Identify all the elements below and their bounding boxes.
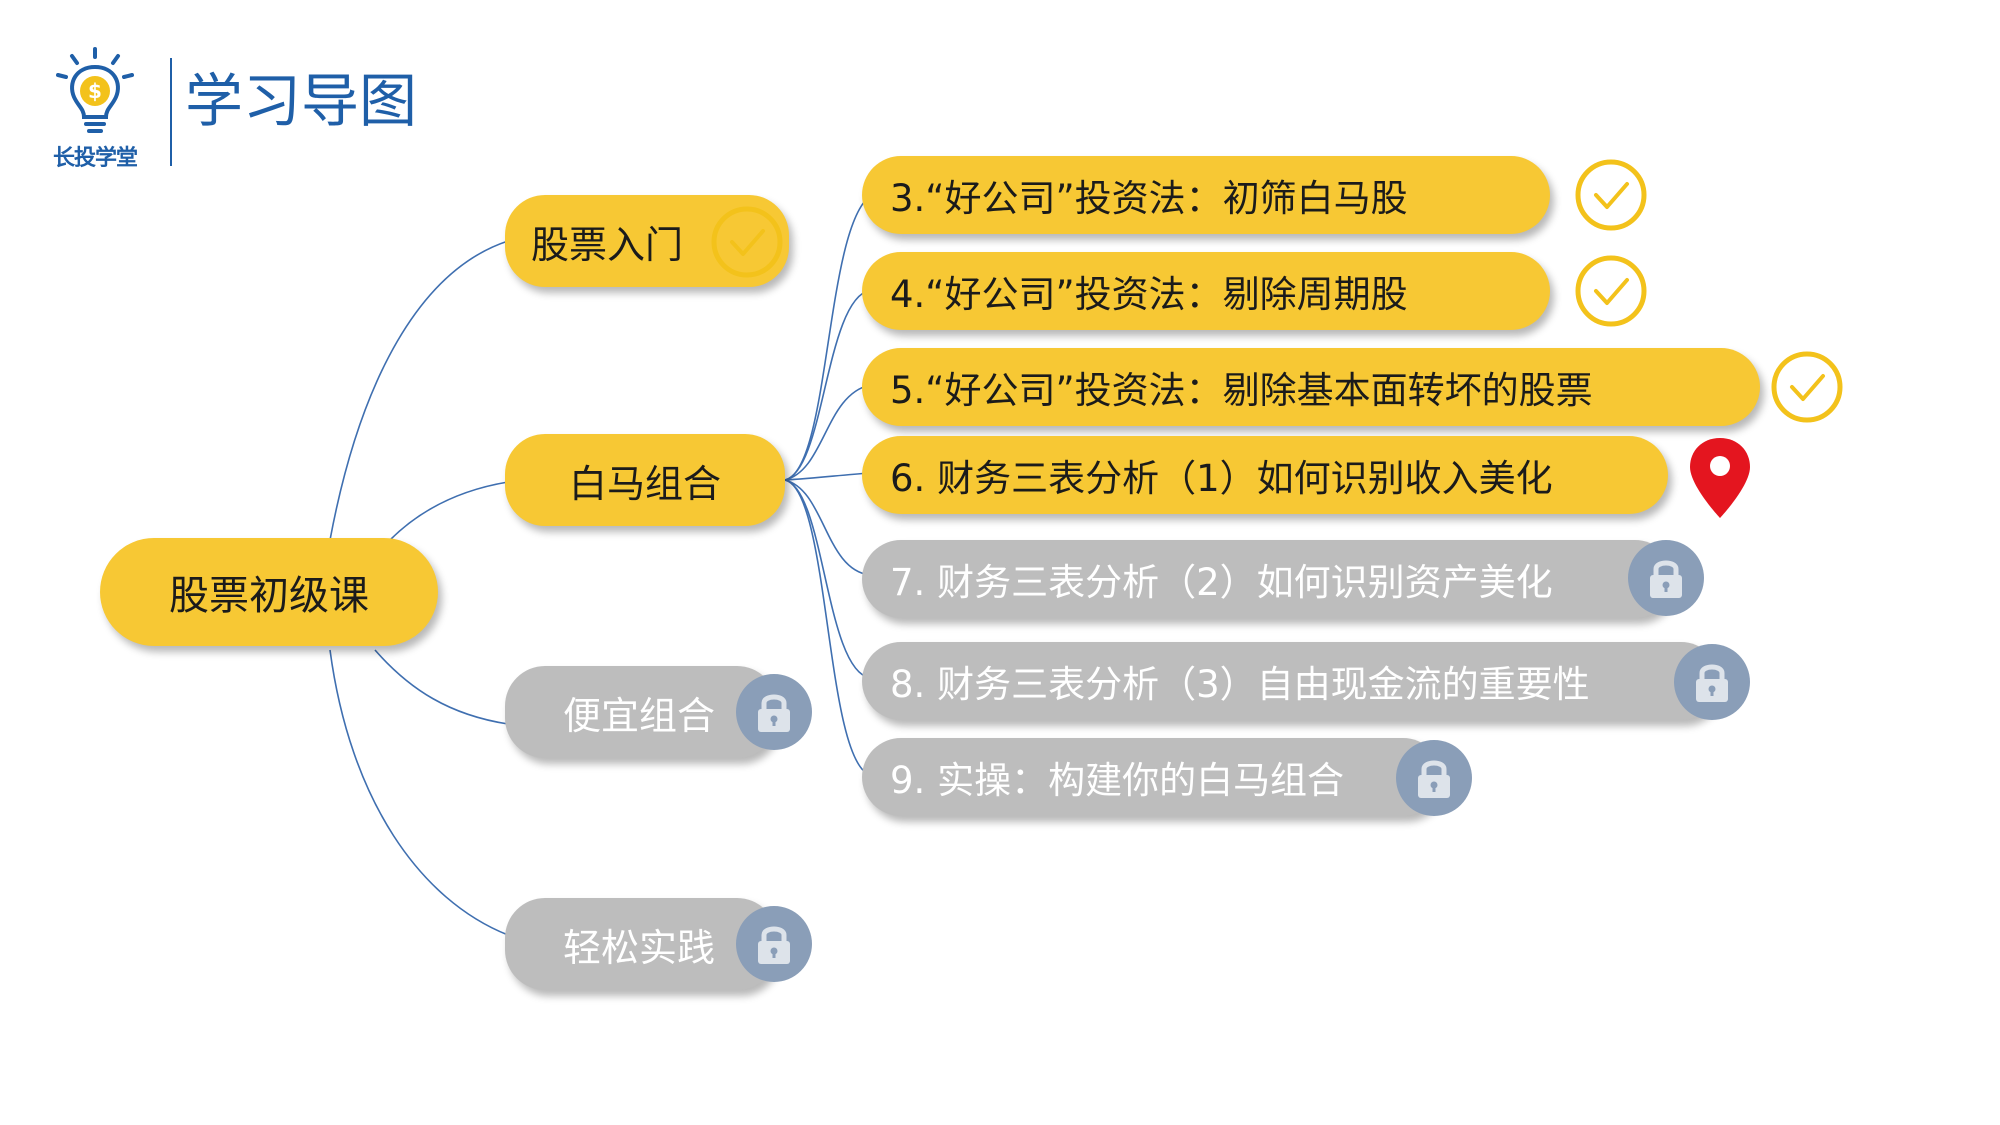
lesson-label: 6. 财务三表分析（1）如何识别收入美化 [890, 457, 1553, 500]
lesson-label: 5.“好公司”投资法：剔除基本面转坏的股票 [890, 369, 1593, 412]
lesson-node-9[interactable]: 9. 实操：构建你的白马组合 [862, 738, 1442, 816]
lesson-label: 9. 实操：构建你的白马组合 [890, 759, 1345, 802]
lesson-label: 8. 财务三表分析（3）自由现金流的重要性 [890, 663, 1590, 706]
lock-badge [1628, 540, 1704, 616]
lock-icon [1650, 560, 1682, 598]
check-icon [711, 206, 783, 278]
page-title: 学习导图 [185, 67, 418, 135]
connector-branch-lesson-5 [784, 384, 871, 481]
root-node[interactable]: 股票初级课 [100, 538, 438, 646]
svg-text:$: $ [88, 79, 102, 103]
check-icon [1575, 255, 1647, 327]
lesson-node-6[interactable]: 6. 财务三表分析（1）如何识别收入美化 [862, 436, 1668, 514]
connector-root-branch-1 [329, 240, 509, 541]
connector-branch-lesson-7 [784, 479, 871, 576]
connector-root-branch-2 [389, 481, 509, 541]
lesson-node-7[interactable]: 7. 财务三表分析（2）如何识别资产美化 [862, 540, 1674, 618]
check-icon [1771, 351, 1843, 423]
location-pin-icon [1690, 438, 1750, 518]
branch-node-label: 白马组合 [568, 461, 721, 506]
lock-icon [1696, 664, 1728, 702]
header-divider [170, 58, 172, 166]
branch-node-label: 股票入门 [531, 222, 684, 267]
lightbulb-logo-icon: $ [56, 47, 134, 133]
lesson-node-8[interactable]: 8. 财务三表分析（3）自由现金流的重要性 [862, 642, 1720, 720]
lesson-node-3[interactable]: 3.“好公司”投资法：初筛白马股 [862, 156, 1550, 234]
lock-badge [736, 674, 812, 750]
lock-badge [1396, 740, 1472, 816]
logo-text: 长投学堂 [52, 146, 138, 171]
lock-badge [736, 906, 812, 982]
connector-root-branch-3 [374, 649, 509, 725]
branch-node-label: 轻松实践 [563, 925, 716, 970]
lesson-label: 3.“好公司”投资法：初筛白马股 [890, 177, 1408, 220]
lock-badge [1674, 644, 1750, 720]
lesson-node-5[interactable]: 5.“好公司”投资法：剔除基本面转坏的股票 [862, 348, 1760, 426]
connector-branch-lesson-8 [784, 479, 871, 679]
check-icon [1575, 159, 1647, 231]
root-node-label: 股票初级课 [169, 573, 369, 619]
connector-branch-lesson-4 [784, 289, 871, 481]
lock-icon [758, 926, 790, 964]
lock-icon [1418, 760, 1450, 798]
lock-icon [758, 694, 790, 732]
lesson-label: 4.“好公司”投资法：剔除周期股 [890, 273, 1408, 316]
connector-branch-lesson-3 [784, 195, 871, 481]
branch-node-2[interactable]: 白马组合 [505, 434, 785, 526]
branch-node-label: 便宜组合 [563, 693, 716, 738]
lesson-label: 7. 财务三表分析（2）如何识别资产美化 [890, 561, 1553, 604]
lesson-node-4[interactable]: 4.“好公司”投资法：剔除周期股 [862, 252, 1550, 330]
connector-root-branch-4 [329, 649, 509, 936]
